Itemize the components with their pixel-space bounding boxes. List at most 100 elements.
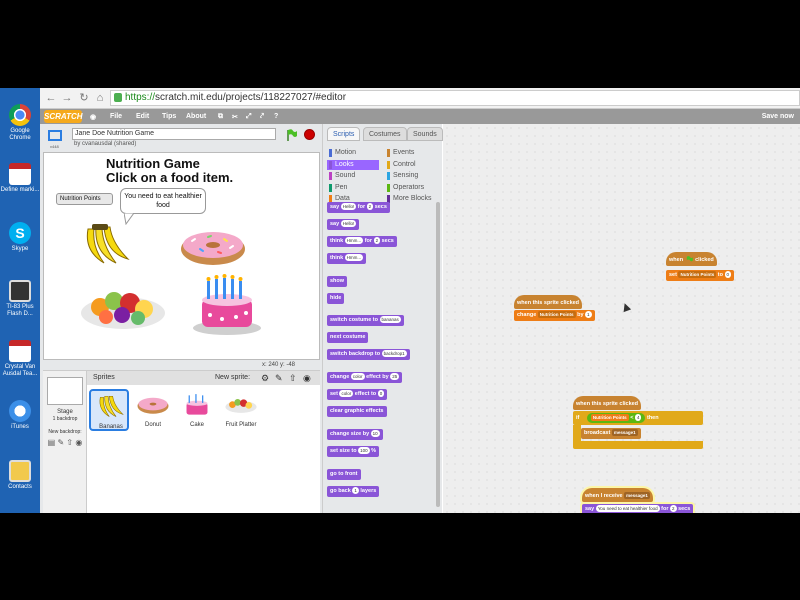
set-variable-block[interactable]: set Nutrition Points to 0 bbox=[666, 270, 735, 281]
palette-block-set-size-to[interactable]: set size to 100 % bbox=[327, 446, 380, 457]
change-variable-block[interactable]: change Nutrition Points by 1 bbox=[514, 310, 595, 321]
desktop-icon-ti83[interactable]: TI-83 Plus Flash D... bbox=[0, 280, 40, 318]
shrink-icon[interactable]: ⤤ bbox=[260, 113, 264, 121]
game-title: Nutrition Game Click on a food item. bbox=[106, 156, 234, 185]
stage-thumbnail[interactable] bbox=[47, 377, 83, 405]
desktop-icon-contacts[interactable]: Contacts bbox=[0, 460, 40, 491]
green-flag-icon[interactable] bbox=[286, 129, 298, 141]
tab-scripts[interactable]: Scripts bbox=[327, 127, 361, 141]
category-sensing[interactable]: Sensing bbox=[385, 171, 437, 181]
donut-sprite[interactable] bbox=[180, 227, 246, 267]
project-title-input[interactable]: Jane Doe Nutrition Game bbox=[72, 128, 276, 140]
palette-block-switch-costume-to[interactable]: switch costume to bananas bbox=[327, 315, 404, 326]
category-operators[interactable]: Operators bbox=[385, 183, 437, 193]
palette-scrollbar[interactable] bbox=[436, 202, 440, 507]
forward-icon[interactable]: → bbox=[60, 91, 74, 105]
category-sound[interactable]: Sound bbox=[327, 171, 379, 181]
category-color-swatch bbox=[387, 160, 390, 169]
palette-block-change-size-by[interactable]: change size by 10 bbox=[327, 429, 383, 440]
home-icon[interactable]: ⌂ bbox=[93, 91, 107, 105]
palette-block-set[interactable]: set color effect to 0 bbox=[327, 389, 388, 400]
sprite-cake[interactable]: Cake bbox=[177, 389, 217, 431]
when-flag-clicked-block[interactable]: when clicked bbox=[666, 252, 717, 266]
fruit-platter-sprite[interactable] bbox=[80, 285, 166, 331]
desktop-icon-skype[interactable]: S Skype bbox=[0, 222, 40, 253]
scratch-logo[interactable]: SCRATCH bbox=[44, 110, 83, 123]
tab-costumes[interactable]: Costumes bbox=[363, 127, 407, 141]
upload-sprite-icon[interactable]: ⇧ bbox=[289, 371, 297, 385]
if-block-bottom bbox=[573, 441, 703, 449]
desktop-icon-chrome[interactable]: Google Chrome bbox=[0, 104, 40, 142]
palette-block-think[interactable]: think Hmm... for 2 secs bbox=[327, 236, 397, 247]
desktop-icon-define[interactable]: Define marki... bbox=[0, 163, 40, 194]
category-color-swatch bbox=[329, 160, 332, 169]
when-sprite-clicked-block-1[interactable]: when this sprite clicked bbox=[514, 295, 583, 309]
palette-block-clear-graphic-effects[interactable]: clear graphic effects bbox=[327, 406, 387, 417]
menu-tips[interactable]: Tips bbox=[162, 113, 176, 120]
bananas-sprite[interactable] bbox=[82, 223, 132, 269]
sprite-donut[interactable]: Donut bbox=[133, 389, 173, 431]
version-label: v448 bbox=[50, 144, 59, 149]
category-events[interactable]: Events bbox=[385, 148, 437, 158]
palette-block-next-costume[interactable]: next costume bbox=[327, 332, 369, 343]
help-icon[interactable]: ? bbox=[274, 113, 278, 120]
category-color-swatch bbox=[387, 183, 390, 192]
globe-icon[interactable]: ◉ bbox=[90, 113, 96, 121]
camera-backdrop-icon[interactable]: ◉ bbox=[75, 438, 82, 447]
upload-backdrop-icon[interactable]: ⇧ bbox=[66, 438, 73, 447]
pdf-icon bbox=[9, 163, 31, 185]
stage-label: Stage bbox=[57, 409, 73, 415]
camera-sprite-icon[interactable]: ◉ bbox=[303, 371, 311, 385]
scripts-area[interactable]: when clicked set Nutrition Points to 0 w… bbox=[443, 124, 800, 513]
category-control[interactable]: Control bbox=[385, 160, 437, 170]
stage-thumbnail-panel[interactable]: Stage 1 backdrop New backdrop: ▤ ✎ ⇧ ◉ bbox=[43, 371, 87, 513]
palette-block-think[interactable]: think Hmm... bbox=[327, 253, 367, 264]
save-now-link[interactable]: Save now bbox=[762, 113, 794, 120]
palette-block-hide[interactable]: hide bbox=[327, 293, 345, 304]
palette-block-show[interactable]: show bbox=[327, 276, 348, 287]
sprite-bananas[interactable]: Bananas bbox=[89, 389, 129, 431]
fullscreen-icon[interactable] bbox=[48, 130, 62, 141]
category-looks[interactable]: Looks bbox=[327, 159, 379, 170]
say-for-secs-block[interactable]: say You need to eat healthier food for 2… bbox=[582, 504, 694, 513]
less-than-operator[interactable]: Nutrition Points < 4 bbox=[586, 413, 646, 423]
tab-sounds[interactable]: Sounds bbox=[407, 127, 443, 141]
category-pen[interactable]: Pen bbox=[327, 183, 379, 193]
cake-thumbnail bbox=[186, 394, 208, 415]
stop-icon[interactable] bbox=[304, 129, 315, 140]
paint-sprite-icon[interactable]: ✎ bbox=[275, 371, 283, 385]
when-i-receive-block[interactable]: when I receive message1 bbox=[582, 488, 653, 502]
palette-block-change[interactable]: change color effect by 25 bbox=[327, 372, 403, 383]
palette-block-switch-backdrop-to[interactable]: switch backdrop to backdrop1 bbox=[327, 349, 410, 360]
palette-block-go-back[interactable]: go back 1 layers bbox=[327, 486, 380, 497]
desktop-icon-itunes[interactable]: iTunes bbox=[0, 400, 40, 431]
choose-sprite-icon[interactable]: ⚙ bbox=[261, 371, 269, 385]
cut-icon[interactable]: ✂ bbox=[232, 113, 238, 121]
project-byline: by cvanausdal (shared) bbox=[74, 141, 137, 147]
draw-backdrop-icon[interactable]: ✎ bbox=[57, 438, 64, 447]
back-icon[interactable]: ← bbox=[44, 91, 58, 105]
when-sprite-clicked-block-2[interactable]: when this sprite clicked bbox=[573, 396, 642, 410]
menu-about[interactable]: About bbox=[186, 113, 206, 120]
if-then-block[interactable]: if Nutrition Points < 4 then bbox=[573, 411, 703, 425]
speech-bubble: You need to eat healthier food bbox=[120, 188, 206, 214]
stage-canvas[interactable]: Nutrition Game Click on a food item. Nut… bbox=[43, 152, 320, 360]
sprites-header: Sprites New sprite: ⚙ ✎ ⇧ ◉ bbox=[87, 371, 320, 385]
sprite-fruit-platter[interactable]: Fruit Platter bbox=[221, 389, 261, 431]
menu-file[interactable]: File bbox=[110, 113, 122, 120]
palette-block-say[interactable]: say Hello! bbox=[327, 219, 360, 230]
address-bar[interactable]: https://scratch.mit.edu/projects/1182270… bbox=[110, 90, 800, 106]
broadcast-block[interactable]: broadcast message1 bbox=[581, 428, 641, 439]
cake-sprite[interactable] bbox=[192, 273, 262, 335]
palette-block-say[interactable]: say Hello! for 2 secs bbox=[327, 202, 390, 213]
duplicate-icon[interactable]: ⧉ bbox=[218, 113, 223, 121]
category-motion[interactable]: Motion bbox=[327, 148, 379, 158]
menu-edit[interactable]: Edit bbox=[136, 113, 149, 120]
green-flag-icon bbox=[686, 255, 693, 261]
paint-backdrop-icon[interactable]: ▤ bbox=[48, 438, 56, 447]
grow-icon[interactable]: ⤢ bbox=[246, 113, 252, 121]
calculator-icon bbox=[9, 280, 31, 302]
palette-block-go-to-front[interactable]: go to front bbox=[327, 469, 361, 480]
desktop-icon-crystal[interactable]: Crystal Van Ausdal Tea... bbox=[0, 340, 40, 378]
reload-icon[interactable]: ↻ bbox=[77, 91, 91, 105]
